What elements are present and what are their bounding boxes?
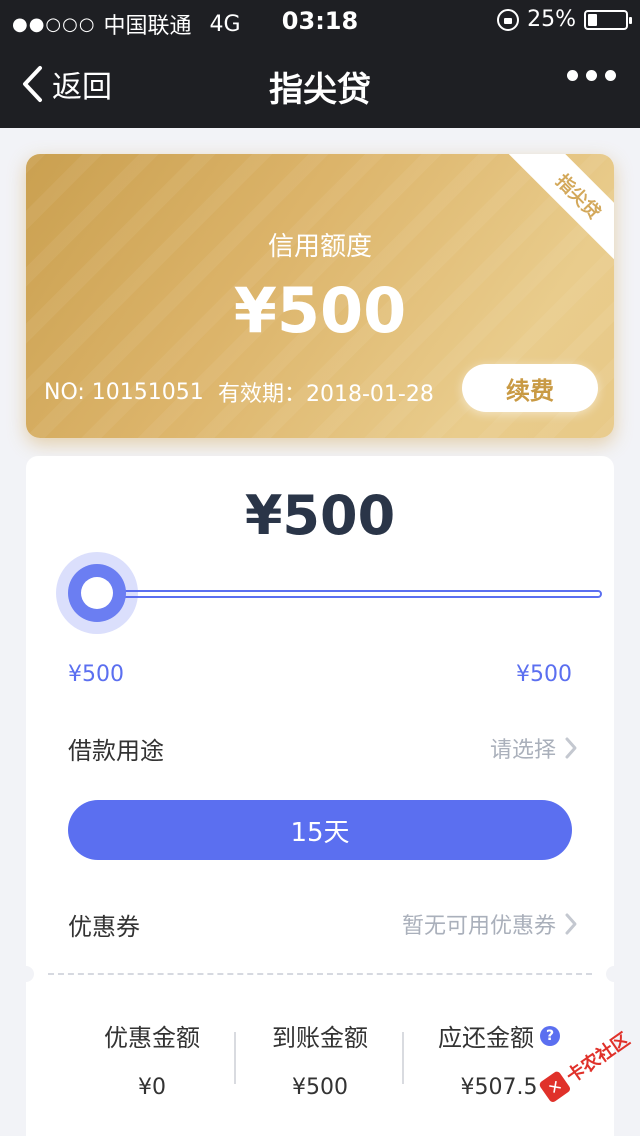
credit-card: 指尖贷 信用额度 ¥500 NO: 10151051 有效期：2018-01-2… xyxy=(26,154,614,438)
validity-date: 有效期：2018-01-28 xyxy=(218,382,434,407)
divider-notch-left xyxy=(18,966,34,982)
credit-limit-amount: ¥500 xyxy=(233,274,407,347)
more-dot xyxy=(567,70,578,81)
slider-track[interactable] xyxy=(96,590,602,598)
battery-percent: 25% xyxy=(527,7,576,32)
coupon-select[interactable]: 暂无可用优惠券 xyxy=(402,908,578,940)
slider-max-label: ¥500 xyxy=(516,662,572,687)
help-question-icon[interactable]: ? xyxy=(540,1025,560,1046)
battery-icon xyxy=(584,9,632,30)
received-column: 到账金额 ¥500 xyxy=(236,1018,404,1100)
more-dot xyxy=(586,70,597,81)
status-right: 25% xyxy=(497,7,632,32)
discount-column: 优惠金额 ¥0 xyxy=(68,1018,236,1100)
credit-limit-label: 信用额度 xyxy=(267,232,372,262)
discount-label: 优惠金额 xyxy=(104,1024,200,1052)
received-value: ¥500 xyxy=(292,1075,348,1100)
loan-purpose-select[interactable]: 请选择 xyxy=(490,732,578,764)
loan-amount: ¥500 xyxy=(244,484,396,547)
status-bar: ●●○○○ 中国联通 4G 03:18 25% xyxy=(0,0,640,40)
battery-fill xyxy=(588,13,597,26)
divider-notch-right xyxy=(606,966,622,982)
loan-purpose-label: 借款用途 xyxy=(68,736,164,765)
coupon-label: 优惠券 xyxy=(68,912,140,941)
more-options-icon[interactable] xyxy=(567,70,616,81)
loan-panel: ¥500 ¥500 ¥500 借款用途 请选择 15天 优惠券 暂无可用优惠券 xyxy=(26,456,614,966)
more-dot xyxy=(605,70,616,81)
coupon-row[interactable]: 优惠券 暂无可用优惠券 xyxy=(68,904,578,944)
rotation-lock-icon xyxy=(497,8,520,31)
corner-ribbon-text: 指尖贷 xyxy=(551,170,605,224)
card-number: NO: 10151051 xyxy=(44,380,204,405)
amount-summary: 优惠金额 ¥0 到账金额 ¥500 应还金额 ? ¥507.5 xyxy=(26,982,614,1136)
slider-min-label: ¥500 xyxy=(68,662,124,687)
loan-purpose-value: 请选择 xyxy=(489,738,556,763)
navigation-bar: 返回 指尖贷 xyxy=(0,40,640,128)
discount-value: ¥0 xyxy=(138,1075,166,1100)
renew-button[interactable]: 续费 xyxy=(462,364,598,412)
dashed-line xyxy=(48,973,592,975)
repay-label: 应还金额 xyxy=(438,1024,534,1052)
received-label: 到账金额 xyxy=(272,1024,368,1052)
slider-knob[interactable] xyxy=(68,564,126,622)
chevron-right-icon xyxy=(565,737,577,759)
amount-slider[interactable] xyxy=(56,552,602,634)
loan-term-button[interactable]: 15天 xyxy=(68,800,572,860)
coupon-value: 暂无可用优惠券 xyxy=(401,914,556,939)
page-title: 指尖贷 xyxy=(269,70,371,110)
chevron-right-icon xyxy=(565,913,577,935)
ticket-divider xyxy=(18,966,622,982)
loan-purpose-row[interactable]: 借款用途 请选择 xyxy=(68,728,578,768)
